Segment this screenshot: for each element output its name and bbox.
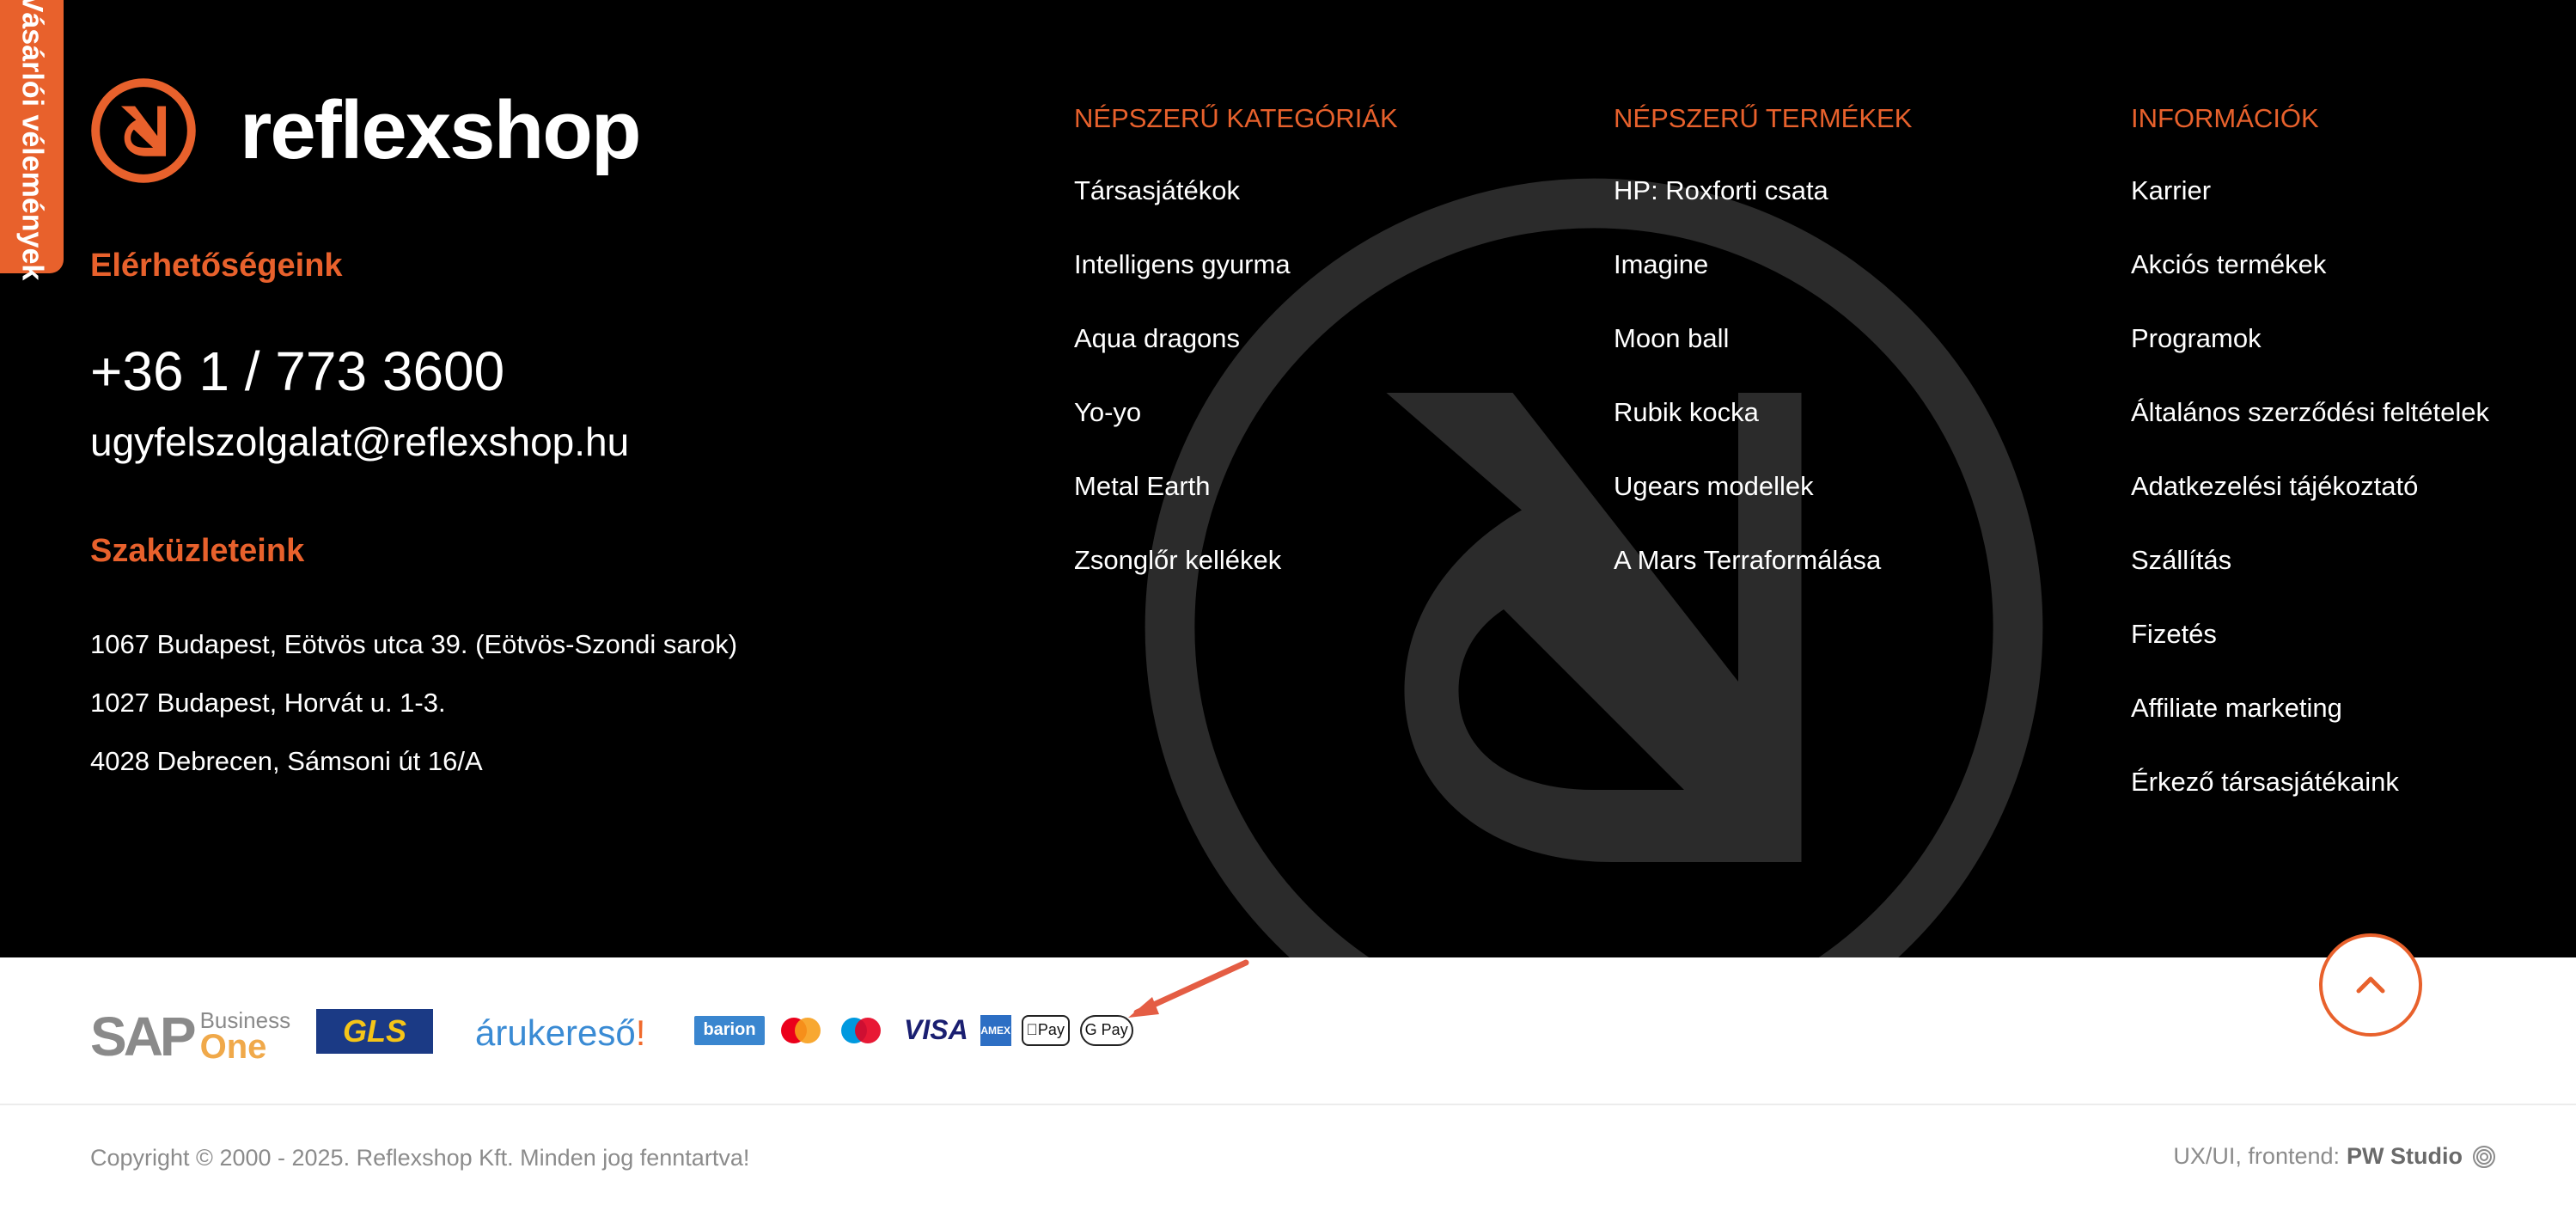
gls-logo: GLS <box>316 1009 433 1054</box>
footer-link[interactable]: Karrier <box>2131 174 2489 248</box>
footer-link[interactable]: Általános szerződési feltételek <box>2131 395 2489 469</box>
gls-label: GLS <box>342 1013 406 1049</box>
footer-link[interactable]: Aqua dragons <box>1074 321 1398 395</box>
footer-link[interactable]: Akciós termékek <box>2131 248 2489 321</box>
footer-link[interactable]: Affiliate marketing <box>2131 691 2489 765</box>
sap-business-one-logo: SAP Business One <box>90 1009 290 1064</box>
maestro-icon <box>837 1015 885 1046</box>
apple-pay-label: Pay <box>1032 1021 1065 1038</box>
amex-logo: AMEX <box>980 1014 1011 1046</box>
designer-credit[interactable]: UX/UI, frontend: PW Studio <box>2173 1143 2497 1170</box>
apple-pay-logo: Pay <box>1021 1014 1070 1046</box>
footer-link[interactable]: Intelligens gyurma <box>1074 248 1398 321</box>
sap-one-label: One <box>199 1027 267 1066</box>
sap-word: SAP <box>90 1006 197 1067</box>
stores-heading: Szaküzleteink <box>90 533 305 569</box>
phone-link[interactable]: +36 1 / 773 3600 <box>90 339 504 403</box>
copyright-text: Copyright © 2000 - 2025. Reflexshop Kft.… <box>90 1145 750 1171</box>
mastercard-icon <box>777 1015 825 1046</box>
email-link[interactable]: ugyfelszolgalat@reflexshop.hu <box>90 419 629 465</box>
footer-link[interactable]: Programok <box>2131 321 2489 395</box>
store-address[interactable]: 4028 Debrecen, Sámsoni út 16/A <box>90 744 737 803</box>
footer-link[interactable]: Érkező társasjátékaink <box>2131 765 2489 839</box>
fingerprint-icon <box>2473 1145 2495 1168</box>
payment-methods: barion VISA AMEX Pay G Pay <box>694 1014 1133 1046</box>
arukereso-label: árukereső <box>475 1012 636 1053</box>
footer-link[interactable]: Imagine <box>1614 248 1912 321</box>
store-address[interactable]: 1027 Budapest, Horvát u. 1-3. <box>90 686 737 744</box>
link-list: Karrier Akciós termékek Programok Általá… <box>2131 174 2489 839</box>
contact-heading: Elérhetőségeink <box>90 248 343 284</box>
footer-link[interactable]: Ugears modellek <box>1614 469 1912 543</box>
footer-link[interactable]: HP: Roxforti csata <box>1614 174 1912 248</box>
brand-logo[interactable]: reflexshop <box>90 77 641 184</box>
footer-main: Vásárlói vélemények reflexshop Elérhetős… <box>0 0 2576 957</box>
information-column: INFORMÁCIÓK Karrier Akciós termékek Prog… <box>2131 100 2489 839</box>
partner-strip: SAP Business One GLS árukereső! barion V… <box>0 957 2576 1105</box>
credit-studio: PW Studio <box>2347 1143 2463 1169</box>
footer-link[interactable]: Rubik kocka <box>1614 395 1912 469</box>
column-heading: INFORMÁCIÓK <box>2131 103 2319 133</box>
footer-link[interactable]: Moon ball <box>1614 321 1912 395</box>
copyright-bar: Copyright © 2000 - 2025. Reflexshop Kft.… <box>0 1105 2576 1205</box>
brand-name: reflexshop <box>240 84 641 176</box>
footer-link[interactable]: Társasjátékok <box>1074 174 1398 248</box>
credit-prefix: UX/UI, frontend: <box>2173 1143 2341 1169</box>
scroll-to-top-button[interactable] <box>2319 933 2422 1037</box>
footer-link[interactable]: Fizetés <box>2131 617 2489 691</box>
link-list: Társasjátékok Intelligens gyurma Aqua dr… <box>1074 174 1398 617</box>
reviews-tab[interactable]: Vásárlói vélemények <box>0 0 64 280</box>
arukereso-logo: árukereső! <box>475 1012 645 1054</box>
visa-logo: VISA <box>904 1014 968 1045</box>
footer-link[interactable]: Adatkezelési tájékoztató <box>2131 469 2489 543</box>
logo-icon <box>91 78 196 183</box>
column-heading: NÉPSZERŰ KATEGÓRIÁK <box>1074 103 1398 133</box>
apple-icon:  <box>1026 1021 1038 1039</box>
footer-link[interactable]: Zsonglőr kellékek <box>1074 543 1398 617</box>
column-heading: NÉPSZERŰ TERMÉKEK <box>1614 103 1913 133</box>
popular-categories-column: NÉPSZERŰ KATEGÓRIÁK Társasjátékok Intell… <box>1074 100 1398 617</box>
footer-link[interactable]: Metal Earth <box>1074 469 1398 543</box>
arrow-annotation-icon <box>1128 959 1249 1018</box>
footer-link[interactable]: A Mars Terraformálása <box>1614 543 1912 617</box>
link-list: HP: Roxforti csata Imagine Moon ball Rub… <box>1614 174 1912 617</box>
arukereso-exclamation: ! <box>635 1012 646 1053</box>
barion-logo: barion <box>694 1015 765 1045</box>
popular-products-column: NÉPSZERŰ TERMÉKEK HP: Roxforti csata Ima… <box>1614 100 1912 617</box>
store-address[interactable]: 1067 Budapest, Eötvös utca 39. (Eötvös-S… <box>90 627 737 686</box>
store-list: 1067 Budapest, Eötvös utca 39. (Eötvös-S… <box>90 627 737 803</box>
footer-link[interactable]: Szállítás <box>2131 543 2489 617</box>
reviews-tab-label: Vásárlói vélemények <box>15 0 49 281</box>
footer-link[interactable]: Yo-yo <box>1074 395 1398 469</box>
chevron-up-icon <box>2356 976 2385 994</box>
